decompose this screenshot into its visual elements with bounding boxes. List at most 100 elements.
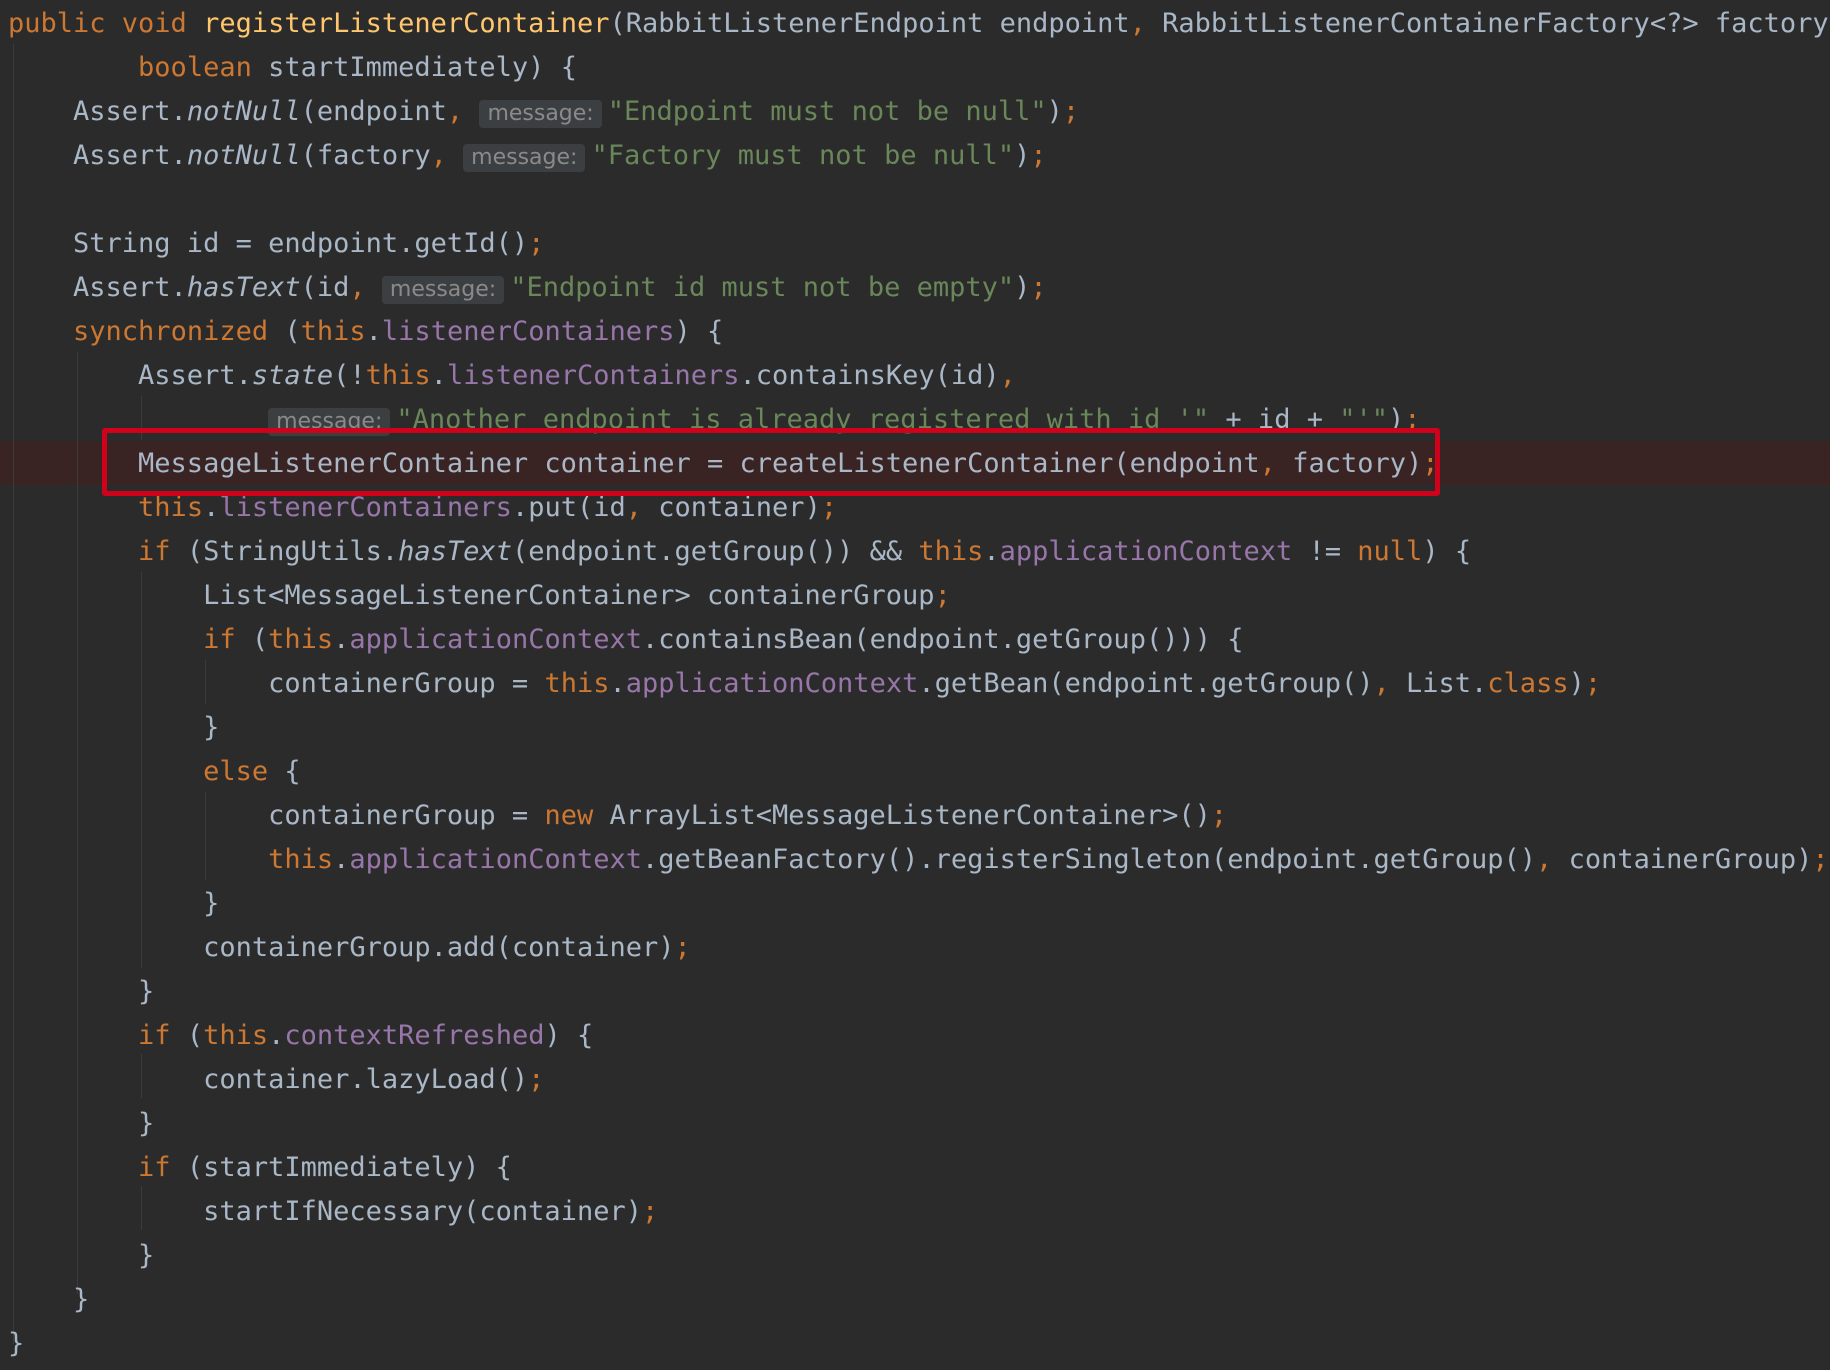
code-line[interactable]: if (this.applicationContext.containsBean…: [8, 618, 1243, 662]
code-token: List<MessageListenerContainer> container…: [8, 580, 935, 611]
code-token: .: [203, 492, 220, 523]
code-token: ;: [674, 932, 691, 963]
code-token: }: [8, 1240, 155, 1271]
code-token: .: [983, 536, 1000, 567]
code-token: ArrayList<MessageListenerContainer>(): [609, 800, 1211, 831]
code-token: (!: [333, 360, 366, 391]
code-line[interactable]: }: [8, 970, 154, 1014]
code-token: .: [268, 1020, 285, 1051]
code-line[interactable]: else {: [8, 750, 301, 794]
code-line[interactable]: if (startImmediately) {: [8, 1146, 512, 1190]
code-token: this: [365, 360, 431, 391]
code-token: !=: [1308, 536, 1358, 567]
code-token: this: [918, 536, 984, 567]
code-token: (factory: [300, 140, 431, 171]
code-line[interactable]: Assert.hasText(id, message: "Endpoint id …: [8, 266, 1047, 310]
code-line[interactable]: containerGroup = new ArrayList<MessageLi…: [8, 794, 1227, 838]
code-token: ;: [1030, 272, 1047, 303]
code-token: boolean: [138, 52, 269, 83]
code-token: "Endpoint id must not be empty": [510, 272, 1015, 303]
code-line[interactable]: }: [8, 882, 219, 926]
code-line[interactable]: startIfNecessary(container);: [8, 1190, 658, 1234]
code-token: containerGroup =: [8, 668, 545, 699]
code-line[interactable]: if (this.contextRefreshed) {: [8, 1014, 593, 1058]
code-token: startImmediately) {: [268, 52, 577, 83]
code-token: this: [300, 316, 366, 347]
code-token: container.lazyLoad(): [8, 1064, 529, 1095]
code-token: ;: [528, 228, 545, 259]
code-token: (startImmediately) {: [186, 1152, 512, 1183]
code-token: synchronized: [73, 316, 285, 347]
code-token: null: [1357, 536, 1423, 567]
parameter-hint: message:: [463, 144, 586, 172]
code-token: if: [138, 1152, 187, 1183]
code-token: ;: [934, 580, 951, 611]
code-line[interactable]: this.applicationContext.getBeanFactory()…: [8, 838, 1829, 882]
code-line[interactable]: }: [8, 1278, 89, 1322]
code-line[interactable]: containerGroup.add(container);: [8, 926, 691, 970]
code-line[interactable]: }: [8, 1102, 154, 1146]
code-token: ): [1014, 272, 1031, 303]
code-token: this: [203, 1020, 269, 1051]
code-token: (endpoint: [300, 96, 447, 127]
code-token: ;: [820, 492, 838, 523]
code-token: ,: [349, 272, 382, 303]
code-line[interactable]: Assert.notNull(factory, message: "Factory…: [8, 134, 1047, 178]
code-token: this: [138, 492, 204, 523]
code-line[interactable]: boolean startImmediately) {: [8, 46, 577, 90]
code-line[interactable]: }: [8, 706, 219, 750]
code-token: Assert.: [8, 360, 252, 391]
code-token: this: [268, 624, 334, 655]
highlight-box: [102, 428, 1440, 496]
code-line[interactable]: public void registerListenerContainer(Ra…: [8, 2, 1830, 46]
code-token: this: [544, 668, 610, 699]
code-token: ): [1046, 96, 1063, 127]
code-token: ): [1568, 668, 1585, 699]
code-line[interactable]: List<MessageListenerContainer> container…: [8, 574, 951, 618]
code-line[interactable]: }: [8, 1322, 24, 1366]
code-token: .: [430, 360, 447, 391]
code-line[interactable]: container.lazyLoad();: [8, 1058, 544, 1102]
code-token: String id = endpoint.getId(): [8, 228, 529, 259]
code-token: ,: [1536, 844, 1569, 875]
code-line[interactable]: if (StringUtils.hasText(endpoint.getGrou…: [8, 530, 1471, 574]
code-token: applicationContext: [999, 536, 1309, 567]
code-token: ;: [1062, 96, 1080, 127]
code-token: containerGroup =: [8, 800, 545, 831]
code-token: containerGroup): [1568, 844, 1813, 875]
code-token: listenerContainers: [446, 360, 740, 391]
code-line[interactable]: containerGroup = this.applicationContext…: [8, 662, 1601, 706]
code-token: .: [609, 668, 626, 699]
code-line[interactable]: Assert.state(!this.listenerContainers.co…: [8, 354, 1016, 398]
code-line[interactable]: String id = endpoint.getId();: [8, 222, 544, 266]
code-token: ) {: [1422, 536, 1472, 567]
code-token: (StringUtils.: [186, 536, 399, 567]
code-token: hasText: [398, 536, 512, 567]
code-token: ;: [641, 1196, 659, 1227]
code-token: }: [8, 1328, 25, 1359]
code-line[interactable]: synchronized (this.listenerContainers) {: [8, 310, 723, 354]
code-token: registerListenerContainer: [203, 8, 610, 39]
code-token: "Endpoint must not be null": [607, 96, 1047, 127]
code-token: Assert.: [8, 140, 187, 171]
code-token: if: [203, 624, 252, 655]
code-token: this: [268, 844, 334, 875]
code-line[interactable]: }: [8, 1234, 154, 1278]
code-token: startIfNecessary(container): [8, 1196, 642, 1227]
code-token: if: [138, 1020, 187, 1051]
code-token: }: [8, 1108, 155, 1139]
code-token: ) {: [674, 316, 724, 347]
code-token: (: [186, 1020, 204, 1051]
code-token: public void: [8, 8, 204, 39]
code-token: state: [251, 360, 334, 391]
code-token: .: [365, 316, 382, 347]
code-token: notNull: [186, 140, 301, 171]
code-editor[interactable]: public void registerListenerContainer(Ra…: [0, 0, 1830, 1370]
code-line[interactable]: Assert.notNull(endpoint, message: "Endpoi…: [8, 90, 1079, 134]
code-token: List.: [1406, 668, 1488, 699]
code-token: containerGroup.add(container): [8, 932, 675, 963]
